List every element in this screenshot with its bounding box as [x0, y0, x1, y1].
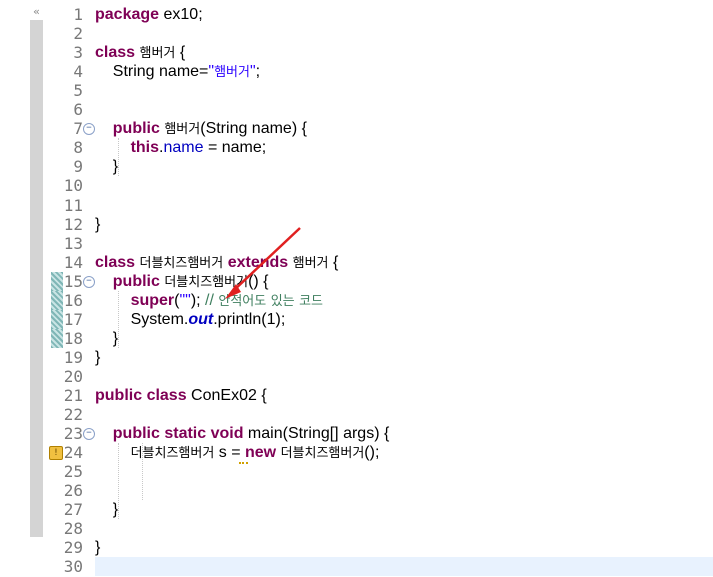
code-line[interactable]: super(""); // 안적어도 있는 코드 — [95, 291, 323, 311]
line-number: 18 — [63, 328, 83, 348]
line-number: 5 — [73, 81, 83, 101]
code-line[interactable]: } — [95, 500, 118, 519]
line-number: 1 — [73, 5, 83, 24]
code-line[interactable]: this.name = name; — [95, 138, 267, 157]
code-line[interactable]: System.out.println(1); — [95, 310, 286, 329]
code-line[interactable]: class 햄버거 { — [95, 43, 185, 63]
line-number: 3 — [73, 43, 83, 63]
indent-guide — [142, 443, 143, 501]
current-line-highlight — [95, 557, 713, 577]
line-number: 28 — [63, 519, 83, 539]
code-line[interactable]: package ex10; — [95, 5, 203, 24]
code-line[interactable]: String name="햄버거"; — [95, 62, 260, 82]
code-line[interactable]: } — [95, 215, 100, 234]
line-number: 15 — [63, 271, 83, 291]
warning-underline — [239, 460, 248, 465]
indent-guide — [118, 443, 119, 520]
line-number: 12 — [63, 214, 83, 234]
code-line[interactable]: } — [95, 329, 118, 348]
line-number: 9 — [73, 157, 83, 177]
line-number: 27 — [63, 500, 83, 520]
line-number: 8 — [73, 138, 83, 158]
line-number: 25 — [63, 462, 83, 482]
line-number: 23 — [63, 424, 83, 444]
line-number: 21 — [63, 386, 83, 405]
collapse-icon[interactable]: « — [30, 5, 43, 18]
line-number: 26 — [63, 481, 83, 501]
warning-icon[interactable]: ! — [49, 446, 63, 461]
line-number: 10 — [63, 176, 83, 196]
code-line[interactable]: public class ConEx02 { — [95, 386, 267, 405]
line-number: 20 — [63, 366, 83, 386]
fold-toggle-icon[interactable]: − — [83, 123, 95, 136]
code-line[interactable]: 더블치즈햄버거 s = new 더블치즈햄버거(); — [95, 443, 380, 463]
fold-toggle-icon[interactable]: − — [83, 428, 95, 441]
line-number: 11 — [63, 195, 83, 215]
code-line[interactable]: public static void main(String[] args) { — [95, 424, 390, 443]
code-line[interactable]: class 더블치즈햄버거 extends 햄버거 { — [95, 253, 338, 273]
line-number: 19 — [63, 347, 83, 367]
line-number: 30 — [63, 557, 83, 577]
line-number: 7 — [73, 119, 83, 139]
code-line[interactable]: public 더블치즈햄버거() { — [95, 272, 269, 292]
code-editor[interactable]: « 1 package ex10; 2 3 class 햄버거 { 4 String na… — [0, 0, 713, 577]
line-number: 16 — [63, 290, 83, 310]
indent-guide — [118, 138, 119, 177]
line-number: 4 — [73, 62, 83, 82]
code-line[interactable]: } — [95, 348, 100, 367]
line-number: 13 — [63, 233, 83, 253]
line-number: 2 — [73, 24, 83, 44]
indent-guide — [118, 290, 119, 348]
line-number: 17 — [63, 309, 83, 329]
line-number: 6 — [73, 100, 83, 120]
code-line[interactable]: } — [95, 538, 100, 557]
vertical-ruler[interactable] — [30, 20, 43, 537]
line-number: 29 — [63, 538, 83, 558]
code-line[interactable]: public 햄버거(String name) { — [95, 119, 307, 139]
fold-toggle-icon[interactable]: − — [83, 275, 95, 288]
code-line[interactable]: } — [95, 157, 118, 176]
line-number: 14 — [63, 252, 83, 272]
line-number: 22 — [63, 405, 83, 425]
